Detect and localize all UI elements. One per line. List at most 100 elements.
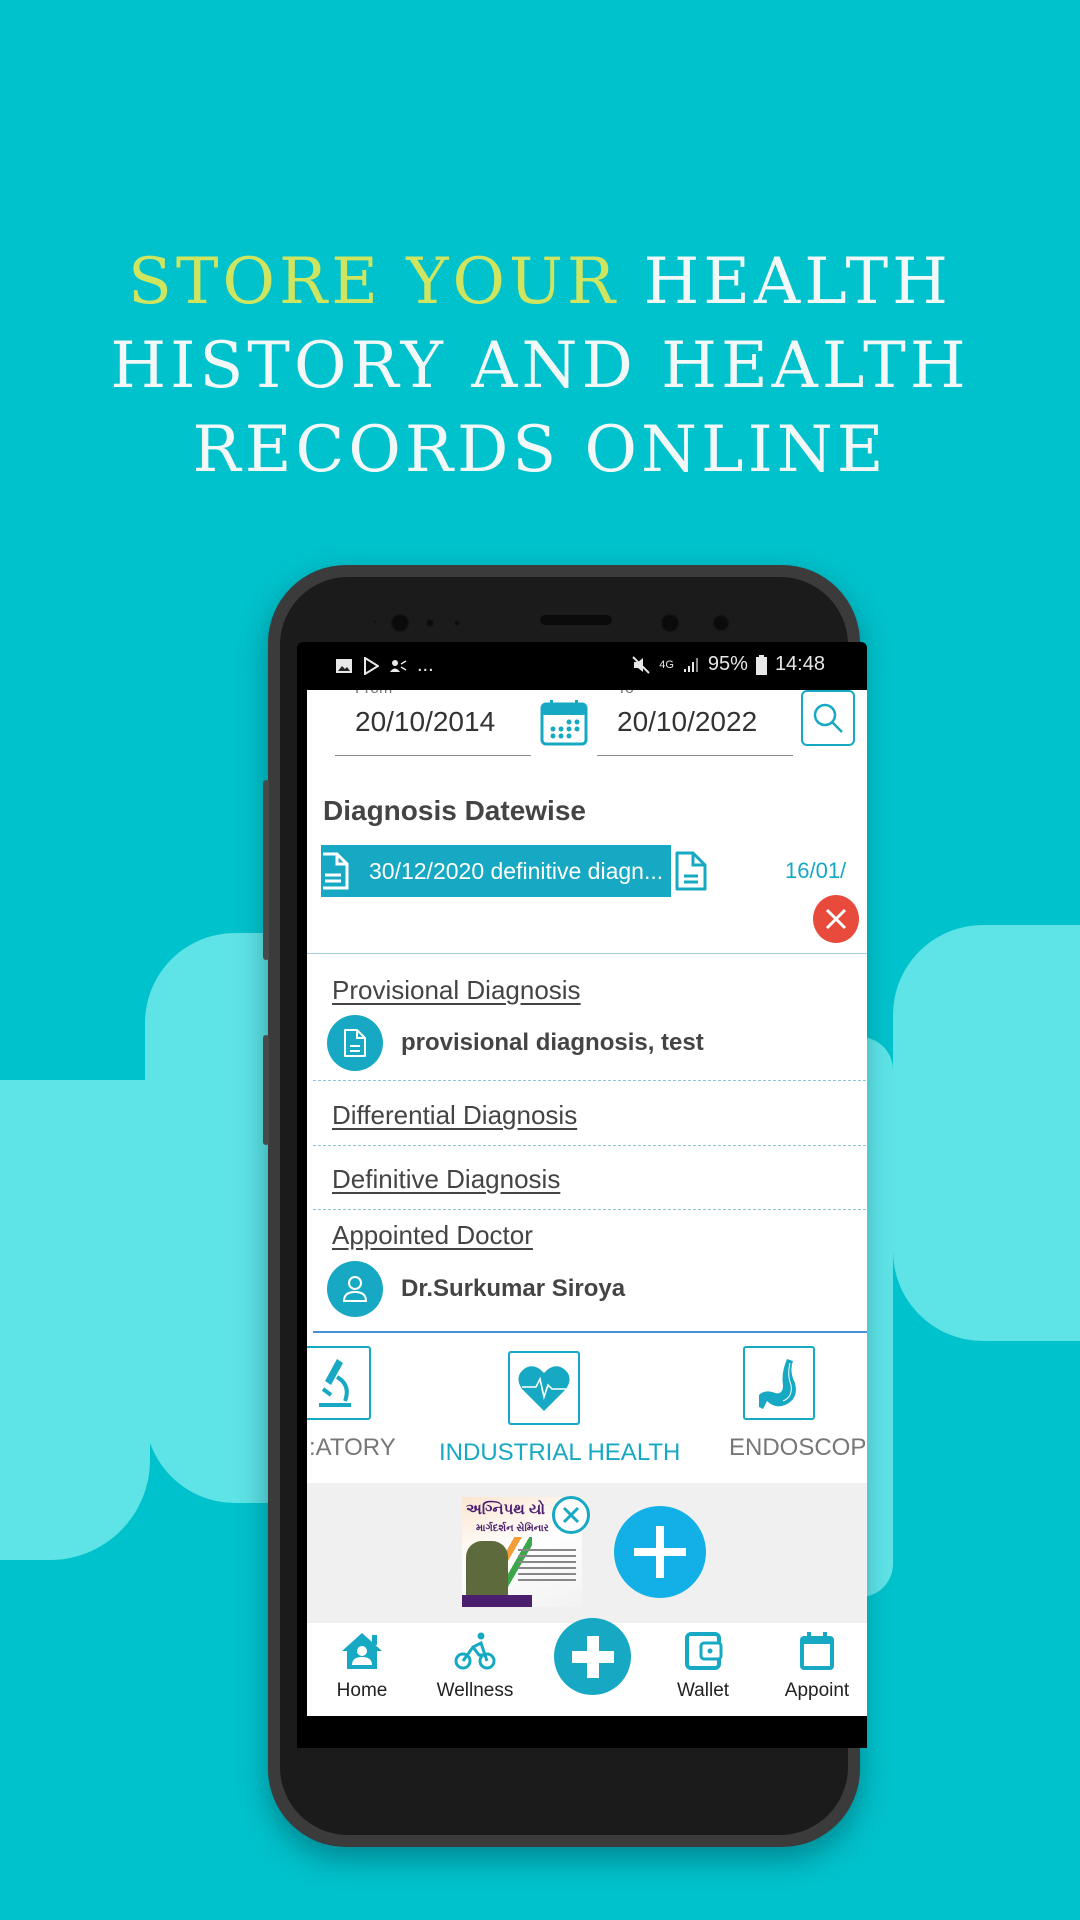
stomach-icon xyxy=(759,1359,796,1409)
contacts-icon xyxy=(390,659,407,672)
nav-home[interactable]: Home xyxy=(312,1631,412,1702)
ad-text-lines xyxy=(518,1545,576,1585)
document-icon xyxy=(323,852,349,890)
sensor-dot xyxy=(425,618,435,628)
provisional-diagnosis-row: provisional diagnosis, test xyxy=(327,1015,704,1071)
definitive-diagnosis-title[interactable]: Definitive Diagnosis xyxy=(332,1164,560,1195)
sensor-dot xyxy=(453,619,461,627)
to-date-field[interactable]: To 20/10/2022 xyxy=(597,690,793,756)
chip-label: 30/12/2020 definitive diagn... xyxy=(369,857,664,884)
category-label: :ATORY xyxy=(309,1434,396,1461)
phone-screen: ... 4G 95% 14:48 From 20/10/2014 xyxy=(297,642,867,1748)
mute-icon xyxy=(632,655,650,674)
signal-icon xyxy=(683,657,698,672)
ad-subtitle: માર્ગદર્શન સેમિનાર xyxy=(476,1523,549,1534)
plus-icon xyxy=(634,1526,686,1578)
category-endoscopy[interactable]: ENDOSCOPY xyxy=(729,1346,867,1462)
diagnosis-date-chip-next[interactable]: 16/01/ xyxy=(785,858,846,884)
document-icon xyxy=(344,1029,366,1057)
headline-line2: HISTORY AND HEALTH xyxy=(110,329,970,403)
calendar-icon xyxy=(800,1632,834,1670)
earpiece-speaker xyxy=(540,615,612,625)
user-icon xyxy=(342,1276,368,1302)
clock: 14:48 xyxy=(774,653,825,675)
document-badge xyxy=(327,1015,383,1071)
iris-sensor xyxy=(712,614,730,632)
from-date-value: 20/10/2014 xyxy=(355,706,496,737)
play-store-icon xyxy=(364,656,379,675)
from-date-field[interactable]: From 20/10/2014 xyxy=(335,690,531,756)
divider xyxy=(307,953,867,954)
search-button[interactable] xyxy=(801,690,855,746)
bottom-navigation: Home Wellness Wallet Appoint xyxy=(307,1618,867,1716)
nav-label: Home xyxy=(336,1680,388,1701)
headline-line1: HEALTH xyxy=(643,245,952,319)
document-icon[interactable] xyxy=(674,850,708,892)
background-blob-left xyxy=(0,1080,150,1560)
front-camera xyxy=(390,613,410,633)
nav-wellness[interactable]: Wellness xyxy=(425,1631,525,1702)
promo-headline: STORE YOUR HEALTH HISTORY AND HEALTH REC… xyxy=(0,240,1080,492)
dashed-divider xyxy=(313,1080,867,1081)
category-label: INDUSTRIAL HEALTH xyxy=(439,1439,681,1466)
phone-bezel: ... 4G 95% 14:48 From 20/10/2014 xyxy=(280,577,867,1835)
headline-highlight: STORE YOUR xyxy=(128,245,620,319)
background-blob-left-tall xyxy=(145,933,285,1503)
network-type: 4G xyxy=(659,658,674,671)
bixby-button xyxy=(263,1035,269,1145)
search-icon xyxy=(813,703,843,733)
calendar-picker-icon[interactable] xyxy=(540,700,588,746)
status-bar: ... 4G 95% 14:48 xyxy=(297,642,867,690)
system-navigation-bar xyxy=(297,1716,867,1748)
doctor-avatar xyxy=(327,1261,383,1317)
diagnosis-date-chip-active[interactable]: 30/12/2020 definitive diagn... xyxy=(321,845,671,897)
nav-label: Wallet xyxy=(676,1680,730,1701)
close-button[interactable] xyxy=(813,895,859,943)
headline-line3: RECORDS ONLINE xyxy=(192,413,888,487)
nav-label: Appoint xyxy=(784,1680,850,1701)
ad-footer xyxy=(462,1595,532,1607)
category-label: ENDOSCOPY xyxy=(729,1434,867,1461)
soldier-image xyxy=(466,1541,508,1603)
cycling-icon xyxy=(454,1632,496,1670)
microscope-icon xyxy=(319,1359,351,1407)
from-label: From xyxy=(355,690,392,698)
home-icon xyxy=(342,1633,382,1669)
divider xyxy=(313,1331,867,1333)
nav-label: Wellness xyxy=(436,1680,514,1701)
app-content: From 20/10/2014 To 20/10/2022 Diagnosis … xyxy=(307,690,867,1716)
sensor-dot xyxy=(372,619,378,625)
iris-camera xyxy=(660,613,680,633)
ad-banner-area: અગ્નિપથ યો માર્ગદર્શન સેમિનાર xyxy=(307,1483,867,1623)
category-industrial-health[interactable]: INDUSTRIAL HEALTH xyxy=(439,1351,681,1467)
nav-wallet[interactable]: Wallet xyxy=(653,1631,753,1702)
section-title: Diagnosis Datewise xyxy=(323,795,586,826)
close-icon xyxy=(825,908,847,930)
battery-icon xyxy=(755,654,767,675)
battery-percent: 95% xyxy=(707,653,748,675)
dashed-divider xyxy=(313,1145,867,1146)
plus-icon xyxy=(571,1635,614,1678)
to-date-value: 20/10/2022 xyxy=(617,706,758,737)
wallet-icon xyxy=(685,1632,723,1670)
dashed-divider xyxy=(313,1209,867,1210)
close-icon xyxy=(562,1506,580,1524)
differential-diagnosis-title[interactable]: Differential Diagnosis xyxy=(332,1100,577,1131)
ad-title: અગ્નિપથ યો xyxy=(466,1501,546,1518)
phone-frame: ... 4G 95% 14:48 From 20/10/2014 xyxy=(263,565,867,1847)
volume-button xyxy=(263,780,269,960)
appointed-doctor-title: Appointed Doctor xyxy=(332,1220,533,1250)
provisional-diagnosis-title[interactable]: Provisional Diagnosis xyxy=(332,975,581,1006)
doctor-name: Dr.Surkumar Siroya xyxy=(401,1275,626,1302)
nav-add-button[interactable] xyxy=(554,1618,631,1695)
doctor-row: Dr.Surkumar Siroya xyxy=(327,1261,625,1317)
background-blob-right xyxy=(893,925,1080,1341)
provisional-diagnosis-value: provisional diagnosis, test xyxy=(401,1029,704,1056)
category-laboratory[interactable]: :ATORY xyxy=(307,1346,396,1462)
add-record-button[interactable] xyxy=(614,1506,706,1598)
to-label: To xyxy=(617,690,634,698)
nav-appointment[interactable]: Appoint xyxy=(767,1631,867,1702)
image-icon xyxy=(336,658,352,673)
ad-close-button[interactable] xyxy=(552,1496,590,1534)
heart-pulse-icon xyxy=(518,1366,570,1411)
